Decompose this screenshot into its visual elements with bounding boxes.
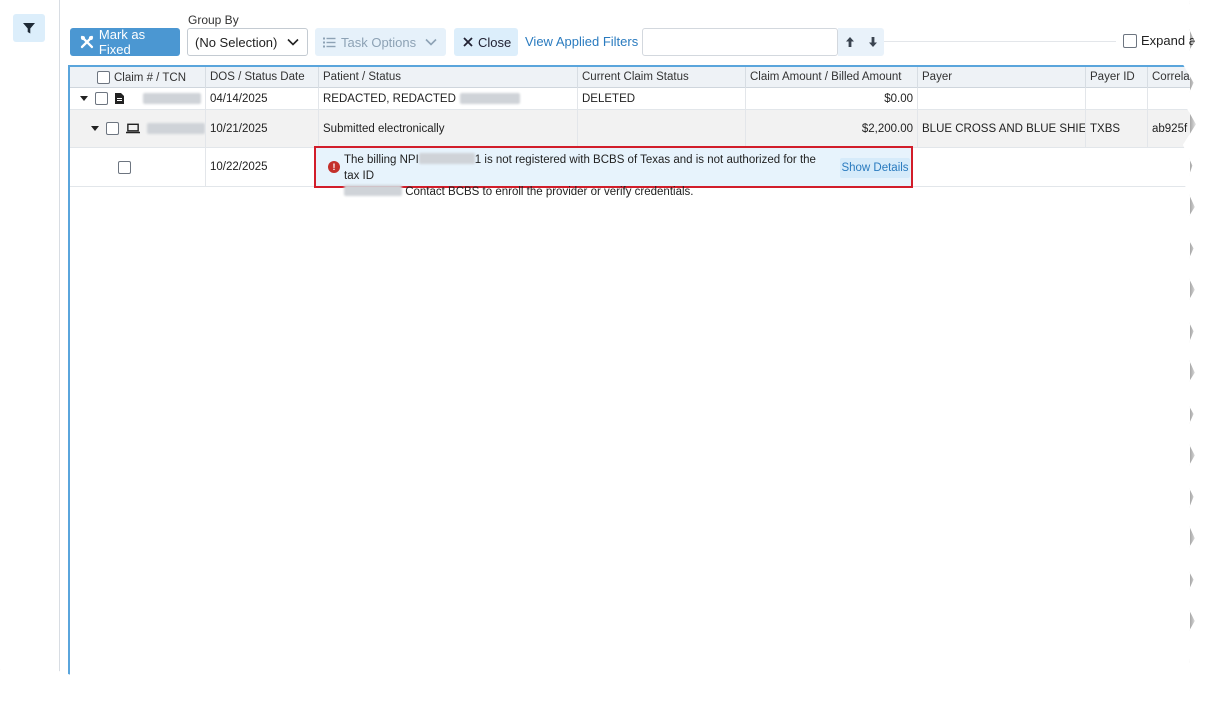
filter-icon [23,23,35,34]
redacted-claim-number [143,93,201,104]
error-message-box: ! The billing NPI 1 is not registered wit… [314,146,913,198]
group-by-select[interactable]: (No Selection) [187,28,308,56]
amount-cell: $2,200.00 [746,110,918,147]
dos-cell: 10/22/2025 [206,148,319,186]
close-button[interactable]: Close [454,28,518,56]
error-icon: ! [328,161,340,173]
close-label: Close [478,34,512,50]
sort-controls [838,28,884,56]
collapse-caret-icon[interactable] [80,96,88,101]
dos-cell: 10/21/2025 [206,110,319,147]
payer-id-cell [1086,88,1148,109]
arrow-up-icon[interactable] [845,36,855,48]
row-checkbox[interactable] [106,122,119,135]
redacted-npi [418,153,475,164]
tools-icon [80,35,94,49]
close-icon [463,37,473,47]
expand-all-label: Expand a [1141,33,1196,48]
view-applied-filters-link[interactable]: View Applied Filters [525,34,638,49]
row-checkbox[interactable] [118,160,131,174]
column-header-current-status[interactable]: Current Claim Status [578,67,746,88]
current-status-cell [578,110,746,147]
toolbar-divider [884,41,1116,42]
left-sidebar [0,0,60,681]
group-by-value: (No Selection) [195,34,278,50]
correlation-cell [1148,88,1190,109]
group-by-label: Group By [188,13,239,27]
column-header-claim[interactable]: Claim # / TCN [70,67,206,88]
column-header-claim-amount[interactable]: Claim Amount / Billed Amount [746,67,918,88]
payer-cell [918,88,1086,109]
column-header-payer[interactable]: Payer [918,67,1086,88]
toolbar: Mark as Fixed Group By (No Selection) Ta… [70,10,1196,57]
error-message-text: The billing NPI 1 is not registered with … [344,153,816,198]
task-options-label: Task Options [341,34,417,50]
expand-all-checkbox[interactable] [1123,33,1137,48]
table-row[interactable]: 10/21/2025 Submitted electronically $2,2… [70,110,1190,148]
claim-cell [70,110,206,147]
expand-all-toggle[interactable]: Expand a [1123,33,1196,48]
select-all-checkbox[interactable] [97,71,110,84]
current-status-cell: DELETED [578,88,746,109]
mark-as-fixed-label: Mark as Fixed [98,27,146,57]
mark-as-fixed-button[interactable]: Mark as Fixed [70,27,180,57]
row-checkbox[interactable] [95,92,108,105]
chevron-down-icon [425,38,437,46]
dos-cell: 04/14/2025 [206,88,319,109]
filter-toggle-button[interactable] [13,14,45,42]
patient-cell: REDACTED, REDACTED [319,88,578,109]
document-icon [115,93,124,104]
claim-cell [70,88,206,109]
search-input[interactable] [642,28,838,56]
column-header-dos[interactable]: DOS / Status Date [206,67,319,88]
patient-cell: Submitted electronically [319,110,578,147]
chevron-down-icon [287,38,299,46]
column-header-patient[interactable]: Patient / Status [319,67,578,88]
column-header-payer-id[interactable]: Payer ID [1086,67,1148,88]
amount-cell: $0.00 [746,88,918,109]
task-options-button: Task Options [315,28,446,56]
payer-cell: BLUE CROSS AND BLUE SHIEL… [918,110,1086,147]
grid-header: Claim # / TCN DOS / Status Date Patient … [70,67,1190,88]
collapse-caret-icon[interactable] [91,126,99,131]
correlation-cell: ab925f [1148,110,1190,147]
laptop-icon [126,123,141,134]
table-row[interactable]: 04/14/2025 REDACTED, REDACTED DELETED $0… [70,88,1190,110]
app-window: Mark as Fixed Group By (No Selection) Ta… [0,0,1196,681]
redacted-tax-id [344,185,402,196]
list-icon [323,37,336,47]
column-header-correlation[interactable]: Correla [1148,67,1190,88]
redacted-patient-detail [459,93,520,104]
redacted-claim-number [147,123,205,134]
claim-cell [70,148,206,186]
arrow-down-icon[interactable] [868,36,878,48]
show-details-button[interactable]: Show Details [840,158,910,178]
payer-id-cell: TXBS [1086,110,1148,147]
